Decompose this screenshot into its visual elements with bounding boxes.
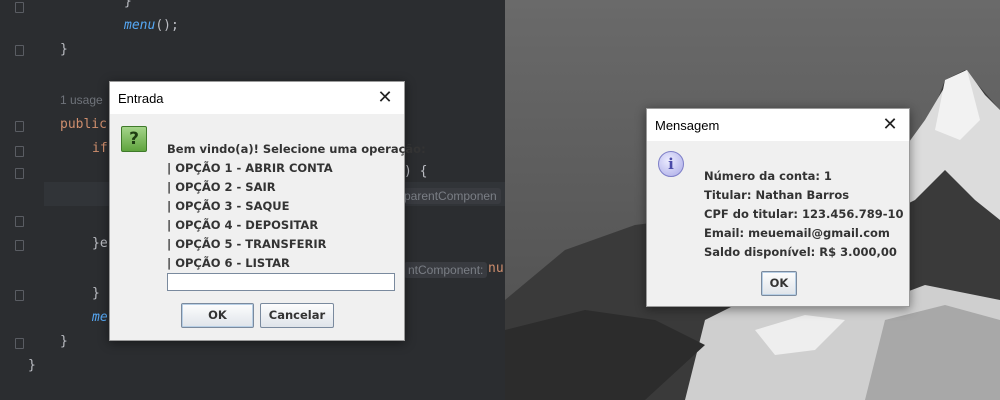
info-icon: i bbox=[658, 151, 684, 177]
method-call: me bbox=[92, 310, 108, 325]
code-line: } bbox=[60, 42, 68, 57]
fold-marker-icon[interactable] bbox=[15, 121, 24, 132]
method-call: menu bbox=[124, 18, 156, 33]
dialog-title: Mensagem bbox=[655, 118, 720, 133]
dialog-title: Entrada bbox=[118, 91, 164, 106]
account-holder: Titular: Nathan Barros bbox=[704, 188, 850, 202]
message-dialog[interactable]: Mensagem ✕ i Número da conta: 1 Titular:… bbox=[646, 108, 910, 307]
menu-option: | OPÇÃO 6 - LISTAR bbox=[167, 256, 290, 270]
code-line: menu(); bbox=[124, 18, 179, 33]
info-glyph: i bbox=[668, 155, 674, 173]
fold-marker-icon[interactable] bbox=[15, 216, 24, 227]
option-input[interactable] bbox=[167, 273, 395, 291]
code-line: me bbox=[92, 310, 108, 325]
message-line: Bem vindo(a)! Selecione uma operação: bbox=[167, 142, 426, 156]
ok-button[interactable]: OK bbox=[761, 271, 797, 296]
code-line: } bbox=[92, 286, 100, 301]
fold-marker-icon[interactable] bbox=[15, 338, 24, 349]
code-token: (); bbox=[155, 18, 179, 33]
holder-email: Email: meuemail@gmail.com bbox=[704, 226, 890, 240]
menu-option: | OPÇÃO 3 - SAQUE bbox=[167, 199, 290, 213]
close-icon[interactable]: ✕ bbox=[877, 113, 903, 137]
menu-option: | OPÇÃO 2 - SAIR bbox=[167, 180, 276, 194]
account-number: Número da conta: 1 bbox=[704, 169, 832, 183]
menu-option: | OPÇÃO 5 - TRANSFERIR bbox=[167, 237, 327, 251]
keyword: nu bbox=[488, 261, 504, 276]
fold-marker-icon[interactable] bbox=[15, 2, 24, 13]
keyword: if bbox=[92, 141, 108, 156]
fold-marker-icon[interactable] bbox=[15, 146, 24, 157]
input-dialog[interactable]: Entrada ✕ ? Bem vindo(a)! Selecione uma … bbox=[109, 81, 426, 341]
question-icon: ? bbox=[121, 126, 147, 152]
parameter-hint: parentComponen bbox=[400, 188, 501, 204]
code-line: } bbox=[60, 334, 68, 349]
ok-button[interactable]: OK bbox=[181, 303, 254, 328]
menu-option: | OPÇÃO 4 - DEPOSITAR bbox=[167, 218, 319, 232]
code-line: public bbox=[60, 117, 107, 132]
code-line: }e bbox=[92, 236, 108, 251]
code-line: ) { bbox=[404, 164, 428, 179]
editor-gutter bbox=[0, 0, 44, 400]
dialog-titlebar[interactable]: Entrada ✕ bbox=[110, 82, 404, 114]
code-line: } bbox=[124, 0, 132, 9]
cancel-button[interactable]: Cancelar bbox=[260, 303, 334, 328]
dialog-titlebar[interactable]: Mensagem ✕ bbox=[647, 109, 909, 141]
holder-cpf: CPF do titular: 123.456.789-10 bbox=[704, 207, 904, 221]
question-glyph: ? bbox=[129, 129, 139, 149]
fold-marker-icon[interactable] bbox=[15, 168, 24, 179]
keyword: public bbox=[60, 117, 107, 132]
code-line: nu bbox=[488, 261, 504, 276]
fold-marker-icon[interactable] bbox=[15, 290, 24, 301]
available-balance: Saldo disponível: R$ 3.000,00 bbox=[704, 245, 897, 259]
fold-marker-icon[interactable] bbox=[15, 45, 24, 56]
code-line: if bbox=[92, 141, 108, 156]
usages-hint[interactable]: 1 usage bbox=[60, 93, 103, 107]
fold-marker-icon[interactable] bbox=[15, 240, 24, 251]
parameter-hint: ntComponent: bbox=[404, 262, 488, 278]
close-icon[interactable]: ✕ bbox=[372, 86, 398, 110]
code-line: } bbox=[28, 358, 36, 373]
menu-option: | OPÇÃO 1 - ABRIR CONTA bbox=[167, 161, 333, 175]
